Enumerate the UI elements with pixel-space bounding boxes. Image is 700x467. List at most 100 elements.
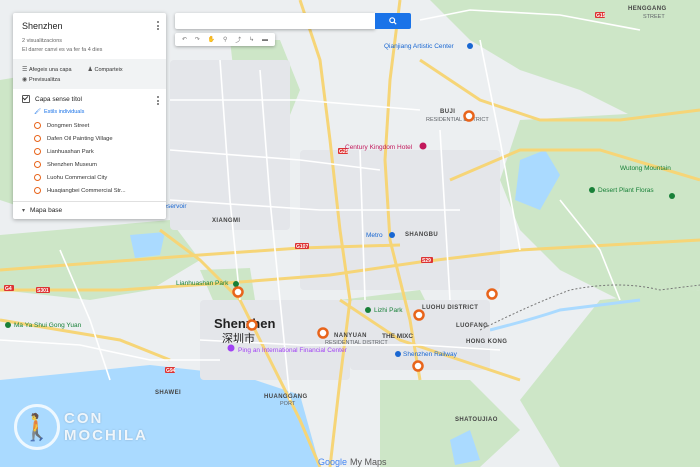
poi-label: Shenzhen Railway (403, 351, 458, 358)
view-count: 2 visualitzacions (22, 38, 63, 44)
poi-label: THE MIXC (382, 333, 413, 340)
preview-label: Previsualitza (29, 76, 61, 83)
undo-icon[interactable]: ↶ (182, 36, 187, 43)
ruler-icon[interactable]: ▬ (262, 37, 268, 43)
district-label: LUOFANG (456, 323, 488, 329)
city-name-en: Shenzhen (214, 316, 275, 331)
item-label: Huaqiangbei Commercial Str... (47, 187, 126, 194)
map-marker (412, 360, 424, 372)
district-label: NANYUAN (334, 333, 367, 339)
eye-icon: ◉ (22, 76, 28, 83)
add-layer-button[interactable]: ☰ Afegeix una capa (22, 66, 72, 73)
add-person-icon: ♟ (87, 66, 93, 73)
road-shield: S301 (37, 288, 49, 294)
marker-ring-icon (34, 135, 41, 142)
road-shield: G4 (5, 286, 12, 292)
poi-label: Qianjiang Artistic Center (384, 43, 455, 50)
svg-text:My Maps: My Maps (350, 457, 387, 467)
district-label: BUJI (440, 109, 455, 115)
marker-ring-icon (34, 174, 41, 181)
district-label: SHAWEI (155, 390, 181, 396)
list-item[interactable]: Dongmen Street (34, 119, 158, 132)
preview-button[interactable]: ◉ Previsualitza (22, 74, 157, 84)
road-shield: S29 (422, 258, 431, 264)
road-shield: G94 (166, 368, 176, 374)
park-icon (589, 187, 595, 193)
marker-ring-icon (34, 187, 41, 194)
poi-label: Desert Plant Floras (598, 187, 654, 194)
layer-title[interactable]: Capa sense títol (35, 96, 82, 103)
map-marker (232, 286, 244, 298)
park-icon (669, 193, 675, 199)
style-link[interactable]: 🖌 Estils individuals (34, 109, 158, 115)
style-link-label: Estils individuals (43, 109, 85, 115)
train-icon (395, 351, 401, 357)
road-shield: G15 (596, 13, 606, 19)
paint-roller-icon: 🖌 (34, 109, 41, 115)
list-item[interactable]: Luohu Commercial City (34, 171, 158, 184)
last-edit: El darrer canvi es va fer fa 4 dies (22, 47, 103, 53)
list-item[interactable]: Dafen Oil Painting Village (34, 132, 158, 145)
search-input[interactable] (175, 13, 375, 29)
watermark-line1: CON (64, 410, 104, 427)
hand-icon[interactable]: ✋ (208, 36, 215, 43)
chevron-down-icon: ▾ (22, 208, 26, 214)
more-options-icon[interactable] (156, 21, 160, 30)
svg-text:Google: Google (318, 457, 347, 467)
layers-icon: ☰ (22, 66, 28, 73)
district-label: HONG KONG (466, 339, 507, 345)
district-label: XIANGMI (212, 218, 240, 224)
district-sub: RESIDENTIAL DISTRICT (426, 117, 489, 123)
poi-label: Century Kingdom Hotel (345, 144, 413, 151)
map-title[interactable]: Shenzhen (22, 21, 158, 31)
district-sub: STREET (643, 14, 665, 20)
layer-checkbox[interactable] (22, 95, 30, 103)
search-button[interactable] (375, 13, 411, 29)
watermark: 🚶 CON MOCHILA (14, 404, 148, 450)
poi-label: Ping an International Financial Center (238, 347, 348, 354)
search-icon (389, 17, 397, 25)
map-marker (317, 327, 329, 339)
park-icon (233, 281, 239, 287)
add-layer-label: Afegeix una capa (29, 66, 72, 73)
district-sub: PORT (280, 401, 296, 407)
poi-label: Lianhuashan Park (176, 280, 229, 287)
metro-icon (389, 232, 395, 238)
line-icon[interactable]: ⤴ (235, 35, 241, 44)
share-button[interactable]: ♟ Comparteix (88, 66, 123, 73)
item-label: Shenzhen Museum (47, 161, 97, 168)
list-item[interactable]: Huaqiangbei Commercial Str... (34, 184, 158, 197)
directions-icon[interactable]: ↳ (249, 36, 254, 43)
map-marker (246, 319, 258, 331)
redo-icon[interactable]: ↷ (195, 36, 200, 43)
map-marker (463, 110, 475, 122)
marker-icon[interactable]: ⚲ (223, 36, 227, 43)
landmark-icon (227, 344, 235, 352)
road-shield: G107 (296, 244, 308, 250)
district-label: SHANGBU (405, 232, 438, 238)
poi-label: Metro (366, 232, 383, 239)
item-label: Dafen Oil Painting Village (47, 135, 113, 142)
district-label: HENGGANG (628, 6, 667, 12)
poi-label: Ma Ya Shui Gong Yuan (14, 322, 82, 329)
watermark-line2: MOCHILA (64, 427, 148, 444)
marker-ring-icon (34, 148, 41, 155)
layers-panel: Shenzhen 2 visualitzacions El darrer can… (13, 13, 166, 219)
district-sub: RESIDENTIAL DISTRICT (325, 340, 388, 346)
map-toolbar: ↶ ↷ ✋ ⚲ ⤴ ↳ ▬ (175, 33, 275, 46)
building-icon (467, 43, 473, 49)
district-label: HUANGGANG (264, 394, 308, 400)
base-map-toggle[interactable]: ▾ Mapa base (13, 201, 166, 219)
hiker-icon: 🚶 (14, 404, 60, 450)
city-name-cn: 深圳市 (222, 331, 255, 345)
list-item[interactable]: Lianhuashan Park (34, 145, 158, 158)
google-logo: Google My Maps (318, 457, 387, 467)
park-icon (365, 307, 371, 313)
poi-label: Lizhi Park (374, 307, 403, 314)
item-label: Dongmen Street (47, 122, 90, 129)
marker-ring-icon (34, 122, 41, 129)
park-icon (5, 322, 11, 328)
base-map-label: Mapa base (30, 207, 63, 214)
list-item[interactable]: Shenzhen Museum (34, 158, 158, 171)
layer-options-icon[interactable] (156, 96, 160, 105)
